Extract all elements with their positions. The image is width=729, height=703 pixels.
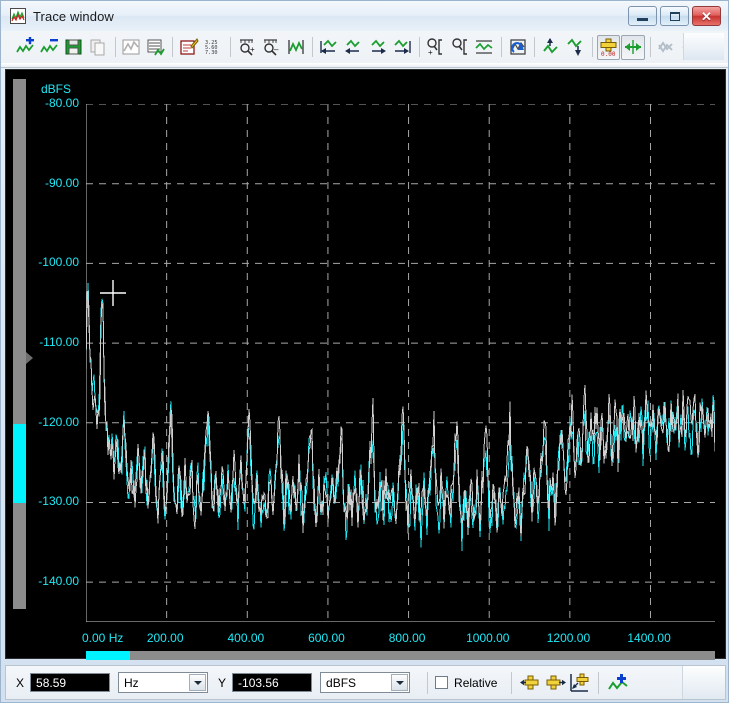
toolbar-separator [114, 37, 116, 57]
x-tick-label: 1400.00 [627, 631, 671, 645]
title-bar: Trace window ✕ [1, 1, 728, 31]
toolbar-separator [418, 37, 420, 57]
save-trace-icon[interactable] [62, 35, 85, 60]
marker-peak-icon[interactable] [606, 671, 630, 695]
x-tick-label: 400.00 [227, 631, 265, 645]
relative-label: Relative [454, 675, 498, 690]
close-button[interactable]: ✕ [692, 6, 721, 26]
plot-horizontal-scrollbar[interactable] [86, 651, 715, 660]
y-tick-label: -130.00 [38, 494, 79, 509]
status-separator [427, 671, 429, 694]
scroll-left-icon[interactable] [342, 35, 365, 60]
maximize-button[interactable] [660, 6, 689, 26]
svg-text:+: + [250, 45, 255, 54]
chevron-down-icon[interactable] [391, 674, 409, 691]
y-value-field[interactable]: -103.56 [232, 673, 313, 692]
remove-trace-icon[interactable] [37, 35, 60, 60]
svg-text:7.30: 7.30 [205, 50, 218, 56]
zoom-full-icon[interactable] [284, 35, 307, 60]
marker-delta-icon[interactable] [621, 34, 645, 60]
peak-up-icon[interactable] [539, 35, 562, 60]
edit-notes-icon[interactable] [177, 35, 200, 60]
y-label: Y [218, 675, 227, 690]
toolbar-overflow [683, 33, 724, 60]
svg-text:+: + [428, 48, 433, 57]
x-tick-label: 800.00 [388, 631, 426, 645]
marker-next-icon[interactable] [543, 671, 567, 695]
toolbar-divider [1, 63, 728, 68]
y-tick-label: -120.00 [38, 414, 79, 429]
toolbar-separator [501, 37, 502, 57]
y-tick-label: -80.00 [44, 96, 79, 110]
close-icon: ✕ [701, 8, 712, 24]
status-bar: X 58.59 Hz Y -103.56 dBFS Relative [5, 665, 726, 700]
chevron-down-icon[interactable] [189, 674, 207, 691]
trace-compare-icon[interactable] [655, 35, 678, 60]
status-separator [598, 671, 600, 694]
x-unit-value: Hz [124, 675, 139, 690]
marker-value-icon[interactable]: 0.00 [597, 34, 621, 60]
y-tick-label: -140.00 [38, 574, 79, 589]
y-tick-label: -100.00 [38, 255, 79, 270]
zoom-out-icon[interactable]: – [259, 35, 282, 60]
y-axis-unit-label: dBFS [41, 82, 72, 96]
horizontal-scroll-thumb[interactable] [86, 651, 131, 660]
status-separator [511, 671, 513, 694]
maximize-icon [669, 11, 680, 21]
relative-checkbox[interactable] [435, 676, 449, 689]
copy-icon[interactable] [86, 35, 109, 60]
x-tick-label: 600.00 [308, 631, 345, 645]
toolbar-separator [312, 37, 314, 57]
graph-properties-icon[interactable] [120, 35, 143, 60]
cursor-remove-icon[interactable] [448, 35, 471, 60]
vertical-scroll-marker [26, 352, 33, 364]
vertical-scroll-thumb[interactable] [13, 423, 26, 503]
trace-smooth-icon[interactable] [473, 35, 496, 60]
svg-text:–: – [274, 45, 279, 54]
toolbar-separator [534, 37, 536, 57]
x-value-field[interactable]: 58.59 [30, 673, 111, 692]
trace-chart-icon [10, 8, 26, 24]
plot-canvas[interactable] [86, 104, 715, 622]
y-tick-label: -90.00 [44, 175, 79, 190]
x-tick-label: 0.00 Hz [82, 631, 124, 645]
toolbar-separator [649, 37, 651, 57]
x-tick-label: 1200.00 [546, 631, 591, 645]
toolbar-separator [592, 37, 594, 57]
y-unit-select[interactable]: dBFS [320, 672, 411, 693]
status-bar-tail [682, 666, 725, 699]
peak-down-icon[interactable] [564, 35, 587, 60]
marker-prev-icon[interactable] [519, 671, 543, 695]
numeric-readout-icon[interactable]: 3.25 5.60 7.30 [202, 35, 225, 60]
window-controls: ✕ [628, 6, 721, 26]
svg-text:0.00: 0.00 [601, 51, 616, 57]
window-title: Trace window [33, 8, 114, 24]
scroll-left-end-icon[interactable] [317, 35, 340, 60]
scroll-right-end-icon[interactable] [390, 35, 413, 60]
add-trace-icon[interactable] [13, 35, 36, 60]
cursor-add-icon[interactable]: + [424, 35, 447, 60]
x-tick-label: 1000.00 [466, 631, 510, 645]
toolbar-separator [172, 37, 174, 57]
toolbar-separator [230, 37, 232, 57]
marker-to-graph-icon[interactable] [567, 671, 591, 695]
x-label: X [16, 675, 25, 690]
main-toolbar: 3.25 5.60 7.30 + – + 0.00 [1, 31, 728, 63]
trace-list-icon[interactable] [144, 35, 167, 60]
y-tick-label: -110.00 [39, 335, 79, 350]
x-unit-select[interactable]: Hz [118, 672, 209, 693]
minimize-button[interactable] [628, 6, 657, 26]
minimize-icon [637, 18, 648, 21]
trace-window: Trace window ✕ 3.25 5.60 7.30 + – + 0.00… [0, 0, 729, 703]
zoom-in-icon[interactable]: + [235, 35, 258, 60]
x-tick-label: 200.00 [146, 631, 184, 645]
autoscale-icon[interactable] [506, 35, 529, 60]
scroll-right-icon[interactable] [366, 35, 389, 60]
y-unit-value: dBFS [326, 675, 357, 690]
